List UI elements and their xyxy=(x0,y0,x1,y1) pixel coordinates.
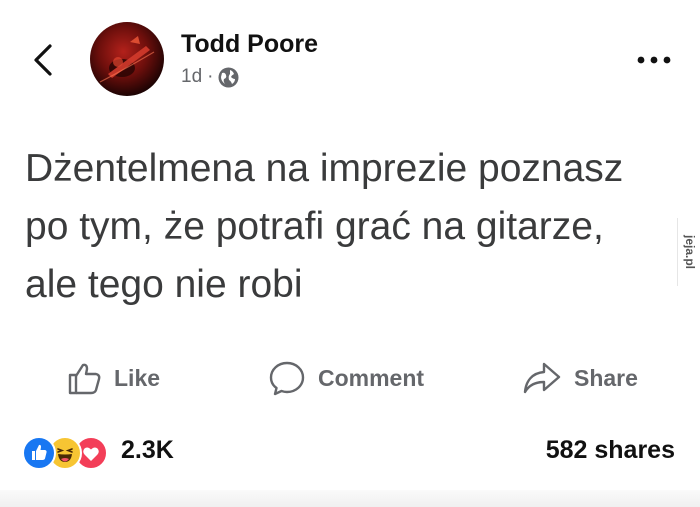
guitar-icon xyxy=(99,36,155,83)
reaction-count[interactable]: 2.3K xyxy=(121,436,174,465)
meta-separator: · xyxy=(207,66,214,87)
like-reaction-icon xyxy=(22,436,56,470)
share-arrow-icon xyxy=(523,362,561,394)
back-button[interactable] xyxy=(28,40,58,80)
reaction-icons[interactable] xyxy=(22,436,116,470)
post-text: Dżentelmena na imprezie poznasz po tym, … xyxy=(25,147,624,306)
jeja-watermark: jeja.pl xyxy=(677,218,700,286)
comment-bubble-icon xyxy=(269,361,305,396)
post-stats: 2.3K 582 shares xyxy=(0,430,700,474)
like-button[interactable]: Like xyxy=(66,350,160,406)
share-label: Share xyxy=(574,364,638,391)
like-label: Like xyxy=(114,364,161,391)
author-name[interactable]: Todd Poore xyxy=(181,30,318,59)
globe-icon[interactable] xyxy=(218,67,239,88)
avatar[interactable] xyxy=(90,22,164,96)
share-button[interactable]: Share xyxy=(522,350,638,406)
post-age[interactable]: 1d xyxy=(181,66,202,88)
chevron-left-icon xyxy=(34,44,52,76)
share-count[interactable]: 582 shares xyxy=(546,436,675,465)
comment-label: Comment xyxy=(318,364,425,391)
more-horizontal-icon xyxy=(637,56,671,64)
post-header: Todd Poore 1d · xyxy=(0,0,700,110)
feed-divider xyxy=(0,490,700,507)
post-actions: Like Comment Share xyxy=(0,350,700,406)
comment-button[interactable]: Comment xyxy=(268,350,424,406)
post-meta: 1d · xyxy=(181,66,239,88)
more-options-button[interactable] xyxy=(632,48,676,72)
watermark-text: jeja.pl xyxy=(682,234,697,270)
thumbs-up-icon xyxy=(68,363,101,395)
